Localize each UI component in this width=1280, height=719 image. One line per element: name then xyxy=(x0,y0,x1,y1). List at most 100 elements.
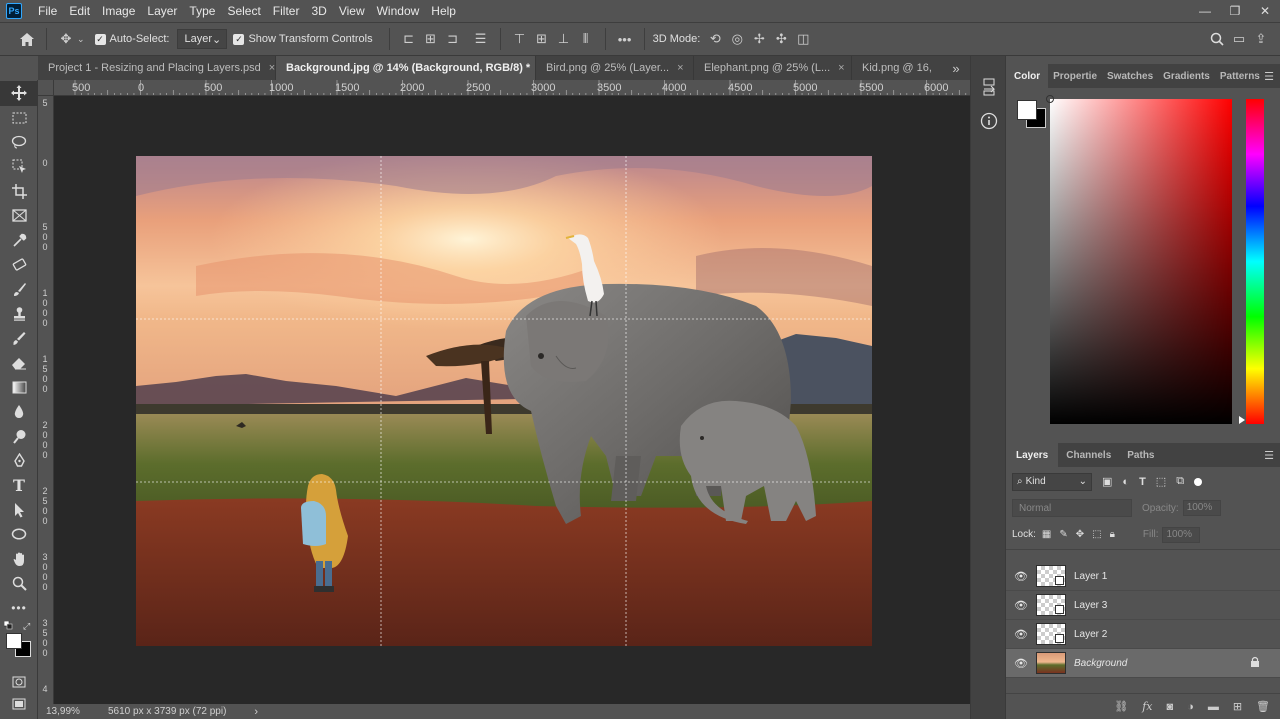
zoom-tool-icon[interactable] xyxy=(0,571,38,596)
opacity-input[interactable]: 100% xyxy=(1182,500,1221,516)
lock-pixels-icon[interactable]: ✎ xyxy=(1059,529,1067,540)
stamp-tool-icon[interactable] xyxy=(0,302,38,327)
close-icon[interactable]: × xyxy=(838,62,844,74)
filter-toggle-icon[interactable] xyxy=(1194,477,1203,486)
align-top-icon[interactable]: ⊤ xyxy=(509,28,531,50)
tab-project-1[interactable]: Project 1 - Resizing and Placing Layers.… xyxy=(38,56,276,80)
align-hcenter-icon[interactable]: ⊞ xyxy=(420,28,442,50)
filter-shape-icon[interactable]: ⬚ xyxy=(1156,475,1166,488)
menu-window[interactable]: Window xyxy=(371,4,426,18)
eyedropper-tool-icon[interactable] xyxy=(0,228,38,253)
restore-icon[interactable]: ❐ xyxy=(1220,0,1250,22)
3d-roll-icon[interactable]: ◎ xyxy=(726,28,748,50)
quick-mask-icon[interactable] xyxy=(0,670,38,695)
ruler-origin[interactable] xyxy=(38,80,54,96)
brush-tool-icon[interactable] xyxy=(0,277,38,302)
align-bottom-icon[interactable]: ⊥ xyxy=(553,28,575,50)
chevron-down-icon[interactable]: ⌄ xyxy=(77,34,85,45)
swap-colors-icon[interactable]: ⤢ xyxy=(23,621,30,632)
filter-pixel-icon[interactable]: ▣ xyxy=(1102,475,1112,488)
share-icon[interactable]: ⇪ xyxy=(1250,28,1272,50)
hue-slider-handle[interactable] xyxy=(1239,416,1245,424)
menu-layer[interactable]: Layer xyxy=(141,4,183,18)
dodge-tool-icon[interactable] xyxy=(0,424,38,449)
spot-heal-tool-icon[interactable] xyxy=(0,253,38,278)
folder-icon[interactable]: ▬ xyxy=(1208,701,1219,713)
tab-overflow-button[interactable]: » xyxy=(942,56,970,80)
lock-icon[interactable] xyxy=(1250,656,1260,670)
lock-all-icon[interactable]: 🔒︎ xyxy=(1110,529,1115,540)
ellipse-tool-icon[interactable] xyxy=(0,522,38,547)
menu-view[interactable]: View xyxy=(333,4,371,18)
path-select-tool-icon[interactable] xyxy=(0,498,38,523)
trash-icon[interactable]: 🗑︎ xyxy=(1256,700,1270,713)
new-layer-icon[interactable]: ⊞ xyxy=(1233,700,1242,713)
foreground-color-swatch[interactable] xyxy=(1017,100,1037,120)
link-icon[interactable]: ⛓ xyxy=(1114,700,1128,713)
home-icon[interactable] xyxy=(16,28,38,50)
object-select-tool-icon[interactable] xyxy=(0,155,38,180)
hand-tool-icon[interactable] xyxy=(0,547,38,572)
tab-patterns[interactable]: Patterns xyxy=(1215,64,1265,88)
color-chips[interactable]: ⤢ xyxy=(3,620,34,665)
marquee-tool-icon[interactable] xyxy=(0,106,38,131)
tab-swatches[interactable]: Swatches xyxy=(1102,64,1158,88)
3d-orbit-icon[interactable]: ⟲ xyxy=(704,28,726,50)
filter-adjustment-icon[interactable]: ◐ xyxy=(1122,476,1129,488)
workspace-icon[interactable]: ▭ xyxy=(1228,28,1250,50)
distribute-vertical-icon[interactable]: ☰ xyxy=(470,28,492,50)
lock-position-icon[interactable]: ✥ xyxy=(1076,529,1084,540)
close-icon[interactable]: × xyxy=(269,62,275,74)
more-options-button[interactable]: ••• xyxy=(614,28,636,50)
layer-row-layer-2[interactable]: 👁︎ Layer 2 xyxy=(1006,620,1280,649)
menu-edit[interactable]: Edit xyxy=(63,4,96,18)
eye-icon[interactable]: 👁︎ xyxy=(1006,628,1036,641)
distribute-horizontal-icon[interactable]: ⫴ xyxy=(575,28,597,50)
mask-icon[interactable]: ◙ xyxy=(1167,701,1174,713)
menu-image[interactable]: Image xyxy=(96,4,141,18)
layer-row-layer-3[interactable]: 👁︎ Layer 3 xyxy=(1006,591,1280,620)
lock-transparent-icon[interactable]: ▦ xyxy=(1042,529,1051,540)
pen-tool-icon[interactable] xyxy=(0,449,38,474)
3d-slide-icon[interactable]: ✣ xyxy=(770,28,792,50)
eye-icon[interactable]: 👁︎ xyxy=(1006,570,1036,583)
color-picker-cursor[interactable] xyxy=(1046,95,1054,103)
search-icon[interactable] xyxy=(1206,28,1228,50)
3d-camera-icon[interactable]: ◫ xyxy=(792,28,814,50)
filter-smart-object-icon[interactable]: ⧉ xyxy=(1176,475,1184,488)
panel-menu-icon[interactable]: ☰ xyxy=(1264,70,1274,83)
menu-filter[interactable]: Filter xyxy=(267,4,306,18)
hue-slider[interactable] xyxy=(1246,99,1264,424)
tab-background[interactable]: Background.jpg @ 14% (Background, RGB/8)… xyxy=(276,56,536,80)
foreground-color-swatch[interactable] xyxy=(6,633,22,649)
horizontal-ruler[interactable]: 500 0 500 1000 1500 2000 2500 3000 3500 … xyxy=(54,80,970,96)
adjustment-icon[interactable]: ◑ xyxy=(1187,701,1194,713)
more-tools-icon[interactable]: ••• xyxy=(0,596,38,621)
tab-bird[interactable]: Bird.png @ 25% (Layer... × xyxy=(536,56,694,80)
filter-type-icon[interactable]: T xyxy=(1139,476,1146,488)
layer-row-background[interactable]: 👁︎ Background xyxy=(1006,649,1280,678)
blur-tool-icon[interactable] xyxy=(0,400,38,425)
tab-paths[interactable]: Paths xyxy=(1119,443,1162,467)
status-menu-arrow[interactable]: › xyxy=(254,706,258,718)
default-colors-icon[interactable] xyxy=(3,620,13,630)
3d-pan-icon[interactable]: ✢ xyxy=(748,28,770,50)
move-tool-icon[interactable] xyxy=(0,81,38,106)
lock-artboard-icon[interactable]: ⬚ xyxy=(1092,529,1101,540)
blend-mode-dropdown[interactable]: Normal xyxy=(1012,499,1132,517)
screen-mode-icon[interactable] xyxy=(0,692,38,717)
tab-properties[interactable]: Propertie xyxy=(1048,64,1102,88)
close-icon[interactable]: ✕ xyxy=(1250,0,1280,22)
menu-3d[interactable]: 3D xyxy=(305,4,332,18)
fx-icon[interactable]: fx xyxy=(1142,700,1152,713)
tab-kid[interactable]: Kid.png @ 16, xyxy=(852,56,942,80)
document-canvas[interactable] xyxy=(136,156,872,646)
filter-kind-dropdown[interactable]: ⌕ Kind ⌄ xyxy=(1012,472,1092,491)
auto-select-target-dropdown[interactable]: Layer ⌄ xyxy=(177,29,228,49)
align-right-icon[interactable]: ⊐ xyxy=(442,28,464,50)
close-icon[interactable]: × xyxy=(677,62,683,74)
frame-tool-icon[interactable] xyxy=(0,204,38,229)
lasso-tool-icon[interactable] xyxy=(0,130,38,155)
menu-select[interactable]: Select xyxy=(221,4,266,18)
eraser-tool-icon[interactable] xyxy=(0,351,38,376)
